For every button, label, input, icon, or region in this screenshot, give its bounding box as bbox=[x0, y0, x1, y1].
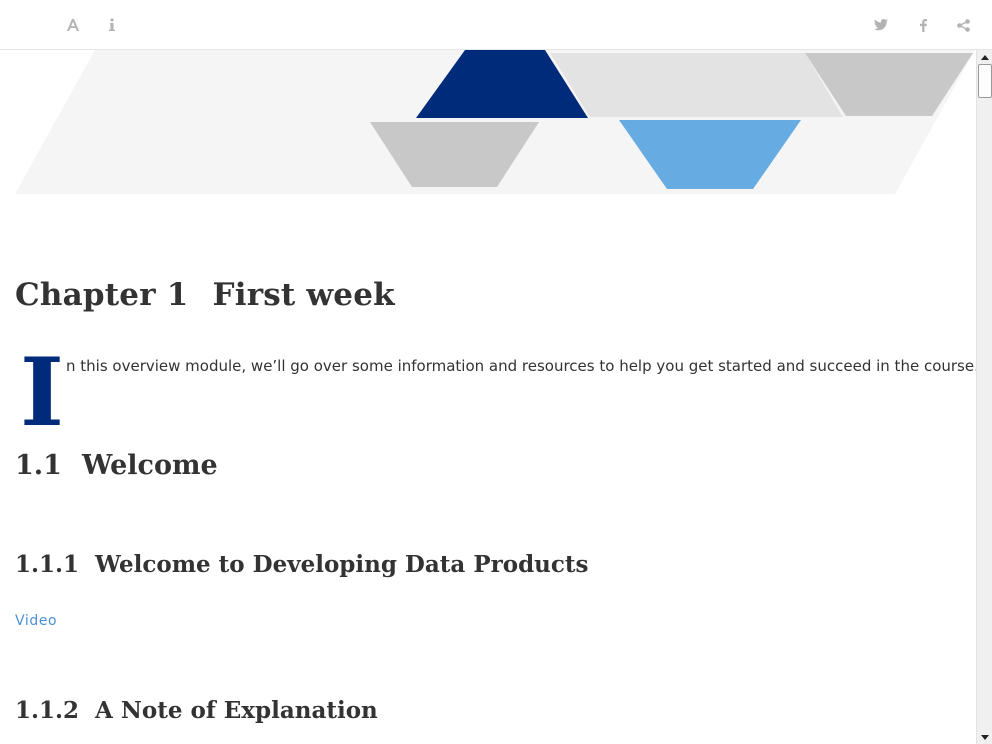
subsection-heading-note: 1.1.2 A Note of Explanation bbox=[15, 697, 378, 724]
chapter-banner-image bbox=[15, 50, 975, 194]
section-heading-welcome: 1.1 Welcome bbox=[15, 450, 218, 481]
facebook-icon[interactable] bbox=[911, 13, 935, 37]
book-content: Chapter 1 First week I n this overview mo… bbox=[0, 50, 976, 744]
info-icon[interactable] bbox=[100, 13, 124, 37]
subsection-title: A Note of Explanation bbox=[95, 697, 378, 724]
video-link[interactable]: Video bbox=[15, 613, 57, 629]
chapter-number: Chapter 1 bbox=[15, 277, 189, 313]
subsection-number: 1.1.2 bbox=[15, 697, 80, 724]
chapter-title: Chapter 1 First week bbox=[15, 277, 395, 313]
chapter-title-text: First week bbox=[212, 277, 395, 313]
subsection-title: Welcome to Developing Data Products bbox=[95, 551, 589, 578]
share-icon[interactable] bbox=[951, 13, 975, 37]
subsection-number: 1.1.1 bbox=[15, 551, 80, 578]
top-toolbar bbox=[0, 0, 992, 50]
twitter-icon[interactable] bbox=[869, 13, 893, 37]
section-title: Welcome bbox=[81, 450, 218, 481]
font-settings-icon[interactable] bbox=[61, 13, 85, 37]
section-number: 1.1 bbox=[15, 450, 62, 481]
dropcap-letter: I bbox=[20, 338, 64, 448]
scrollbar-thumb[interactable] bbox=[978, 64, 992, 98]
subsection-heading-welcome-ddp: 1.1.1 Welcome to Developing Data Products bbox=[15, 551, 588, 578]
intro-paragraph: n this overview module, we’ll go over so… bbox=[66, 357, 976, 375]
scroll-up-arrow-icon[interactable] bbox=[977, 50, 992, 64]
scroll-down-arrow-icon[interactable] bbox=[977, 730, 992, 744]
vertical-scrollbar[interactable] bbox=[976, 50, 992, 744]
